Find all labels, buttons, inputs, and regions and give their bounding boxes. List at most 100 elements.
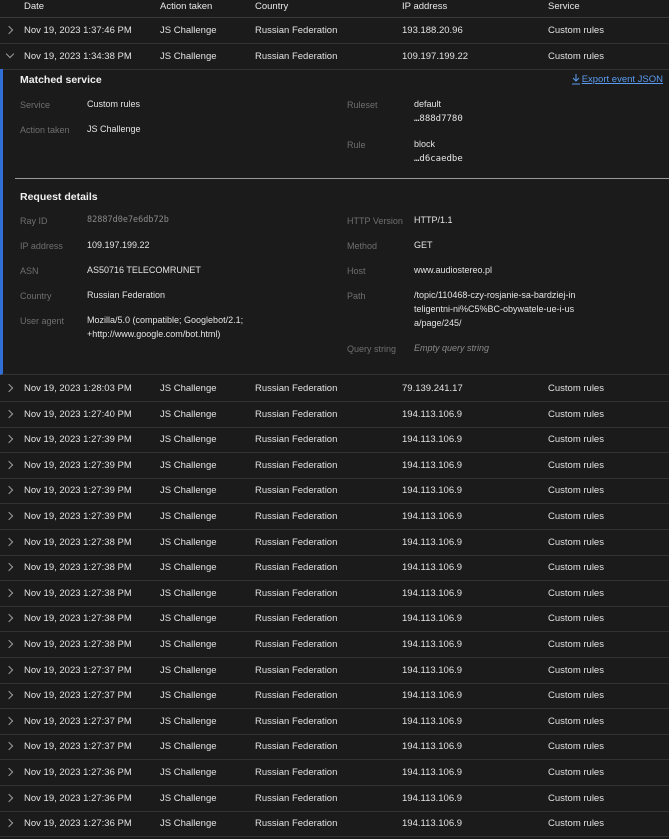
ip-address-label: IP address <box>20 241 63 251</box>
row-service: Custom rules <box>548 25 604 36</box>
chevron-right-icon[interactable] <box>4 767 14 777</box>
column-header-country[interactable]: Country <box>255 1 288 12</box>
table-row[interactable]: Nov 19, 2023 1:27:38 PM JS Challenge Russi… <box>0 555 669 582</box>
table-row[interactable]: Nov 19, 2023 1:27:39 PM JS Challenge Russi… <box>0 504 669 530</box>
section-divider <box>15 178 669 179</box>
row-action: JS Challenge <box>160 587 217 599</box>
chevron-right-icon[interactable] <box>4 742 14 751</box>
chevron-right-icon[interactable] <box>4 665 14 674</box>
table-row[interactable]: Nov 19, 2023 1:27:36 PM JS Challenge Russi… <box>0 811 669 838</box>
path-line-1: /topic/110468-czy-rosjanie-sa-bardziej-i… <box>414 290 576 300</box>
rule-id[interactable]: …d6caedbe <box>414 152 463 166</box>
row-action: JS Challenge <box>160 639 217 650</box>
table-row[interactable]: Nov 19, 2023 1:27:37 PM JS Challenge Russi… <box>0 709 669 735</box>
row-action: JS Challenge <box>160 383 217 394</box>
chevron-right-icon[interactable] <box>4 434 14 444</box>
chevron-right-icon[interactable] <box>4 383 14 393</box>
column-header-service[interactable]: Service <box>548 1 580 12</box>
column-header-action[interactable]: Action taken <box>160 1 212 12</box>
row-date: Nov 19, 2023 1:27:38 PM <box>24 587 132 599</box>
table-row[interactable]: Nov 19, 2023 1:27:37 PM JS Challenge Russi… <box>0 683 669 710</box>
table-row[interactable]: Nov 19, 2023 1:27:36 PM JS Challenge Russi… <box>0 760 669 786</box>
chevron-right-icon[interactable] <box>4 511 14 521</box>
table-row[interactable]: Nov 19, 2023 1:27:39 PM JS Challenge Russi… <box>0 427 669 454</box>
table-row[interactable]: Nov 19, 2023 1:27:38 PM JS Challenge Russi… <box>0 606 669 633</box>
table-row[interactable]: Nov 19, 2023 1:27:40 PM JS Challenge Russi… <box>0 402 669 428</box>
row-ip: 194.113.106.9 <box>402 459 463 471</box>
query-string-label: Query string <box>347 344 397 354</box>
column-header-date[interactable]: Date <box>24 1 44 12</box>
row-action: JS Challenge <box>160 25 217 36</box>
table-row[interactable]: Nov 19, 2023 1:28:03 PM JS Challenge Russi… <box>0 376 669 402</box>
row-country: Russian Federation <box>255 25 338 36</box>
chevron-right-icon[interactable] <box>4 25 14 35</box>
row-service: Custom rules <box>548 587 604 599</box>
ruleset-id[interactable]: …888d7780 <box>414 112 463 126</box>
row-action: JS Challenge <box>160 536 217 548</box>
table-row[interactable]: Nov 19, 2023 1:27:37 PM JS Challenge Russi… <box>0 734 669 761</box>
table-row[interactable]: Nov 19, 2023 1:27:38 PM JS Challenge Russi… <box>0 632 669 658</box>
chevron-right-icon[interactable] <box>4 639 14 649</box>
chevron-right-icon[interactable] <box>4 588 14 598</box>
chevron-right-icon[interactable] <box>4 818 14 828</box>
download-icon[interactable] <box>571 73 581 85</box>
table-row[interactable]: Nov 19, 2023 1:27:38 PM JS Challenge Russi… <box>0 530 669 556</box>
chevron-right-icon[interactable] <box>4 793 14 802</box>
action-label: Action taken <box>20 125 70 135</box>
table-row[interactable]: Nov 19, 2023 1:27:38 PM JS Challenge Russi… <box>0 581 669 607</box>
row-ip: 194.113.106.9 <box>402 690 463 702</box>
row-action: JS Challenge <box>160 767 217 778</box>
row-date: Nov 19, 2023 1:27:39 PM <box>24 434 132 446</box>
table-row[interactable]: Nov 19, 2023 1:27:39 PM JS Challenge Russi… <box>0 478 669 505</box>
table-row[interactable]: Nov 19, 2023 1:37:46 PM JS Challenge Rus… <box>0 18 669 44</box>
request-details-title: Request details <box>20 191 98 203</box>
method-value: GET <box>414 240 433 250</box>
export-event-json-link[interactable]: Export event JSON <box>582 74 663 85</box>
row-date: Nov 19, 2023 1:27:37 PM <box>24 664 132 676</box>
chevron-right-icon[interactable] <box>4 409 14 418</box>
chevron-right-icon[interactable] <box>4 716 14 726</box>
host-value: www.audiostereo.pl <box>414 265 493 275</box>
row-ip: 194.113.106.9 <box>402 767 463 778</box>
row-service: Custom rules <box>548 792 604 804</box>
row-service: Custom rules <box>548 51 604 62</box>
row-date: Nov 19, 2023 1:27:36 PM <box>24 792 132 804</box>
chevron-right-icon[interactable] <box>4 614 14 623</box>
row-action: JS Challenge <box>160 459 217 471</box>
country-label: Country <box>20 291 52 301</box>
table-row[interactable]: Nov 19, 2023 1:27:37 PM JS Challenge Russi… <box>0 658 669 684</box>
row-date: Nov 19, 2023 1:27:37 PM <box>24 690 132 702</box>
row-service: Custom rules <box>548 690 604 702</box>
row-ip: 194.113.106.9 <box>402 792 463 804</box>
row-action: JS Challenge <box>160 434 217 446</box>
chevron-right-icon[interactable] <box>4 537 14 546</box>
table-row-expanded[interactable]: Nov 19, 2023 1:34:38 PM JS Challenge Rus… <box>0 44 669 70</box>
event-detail-panel: Matched service Export event JSON Servic… <box>0 69 669 375</box>
matched-service-title: Matched service <box>20 74 102 86</box>
row-country: Russian Federation <box>255 767 338 778</box>
service-label: Service <box>20 100 51 110</box>
row-service: Custom rules <box>548 767 604 778</box>
ray-id-value[interactable]: 82887d0e7e6db72b <box>87 213 169 227</box>
country-value: Russian Federation <box>87 290 166 300</box>
row-country: Russian Federation <box>255 613 338 625</box>
row-date: Nov 19, 2023 1:27:38 PM <box>24 613 132 625</box>
row-service: Custom rules <box>548 408 604 420</box>
row-ip: 194.113.106.9 <box>402 741 463 753</box>
chevron-down-icon[interactable] <box>5 49 15 59</box>
row-service: Custom rules <box>548 383 604 394</box>
table-row[interactable]: Nov 19, 2023 1:27:36 PM JS Challenge Russi… <box>0 786 669 812</box>
row-date: Nov 19, 2023 1:27:37 PM <box>24 741 132 753</box>
row-country: Russian Federation <box>255 715 338 727</box>
chevron-right-icon[interactable] <box>4 486 14 495</box>
chevron-right-icon[interactable] <box>4 562 14 572</box>
chevron-right-icon[interactable] <box>4 690 14 700</box>
column-header-ip[interactable]: IP address <box>402 1 447 12</box>
row-date: Nov 19, 2023 1:27:39 PM <box>24 511 132 522</box>
chevron-right-icon[interactable] <box>4 460 14 470</box>
row-ip: 194.113.106.9 <box>402 434 463 446</box>
user-agent-line-2: +http://www.google.com/bot.html) <box>87 329 221 339</box>
row-country: Russian Federation <box>255 818 338 830</box>
row-ip: 109.197.199.22 <box>402 51 469 62</box>
table-row[interactable]: Nov 19, 2023 1:27:39 PM JS Challenge Russi… <box>0 453 669 479</box>
